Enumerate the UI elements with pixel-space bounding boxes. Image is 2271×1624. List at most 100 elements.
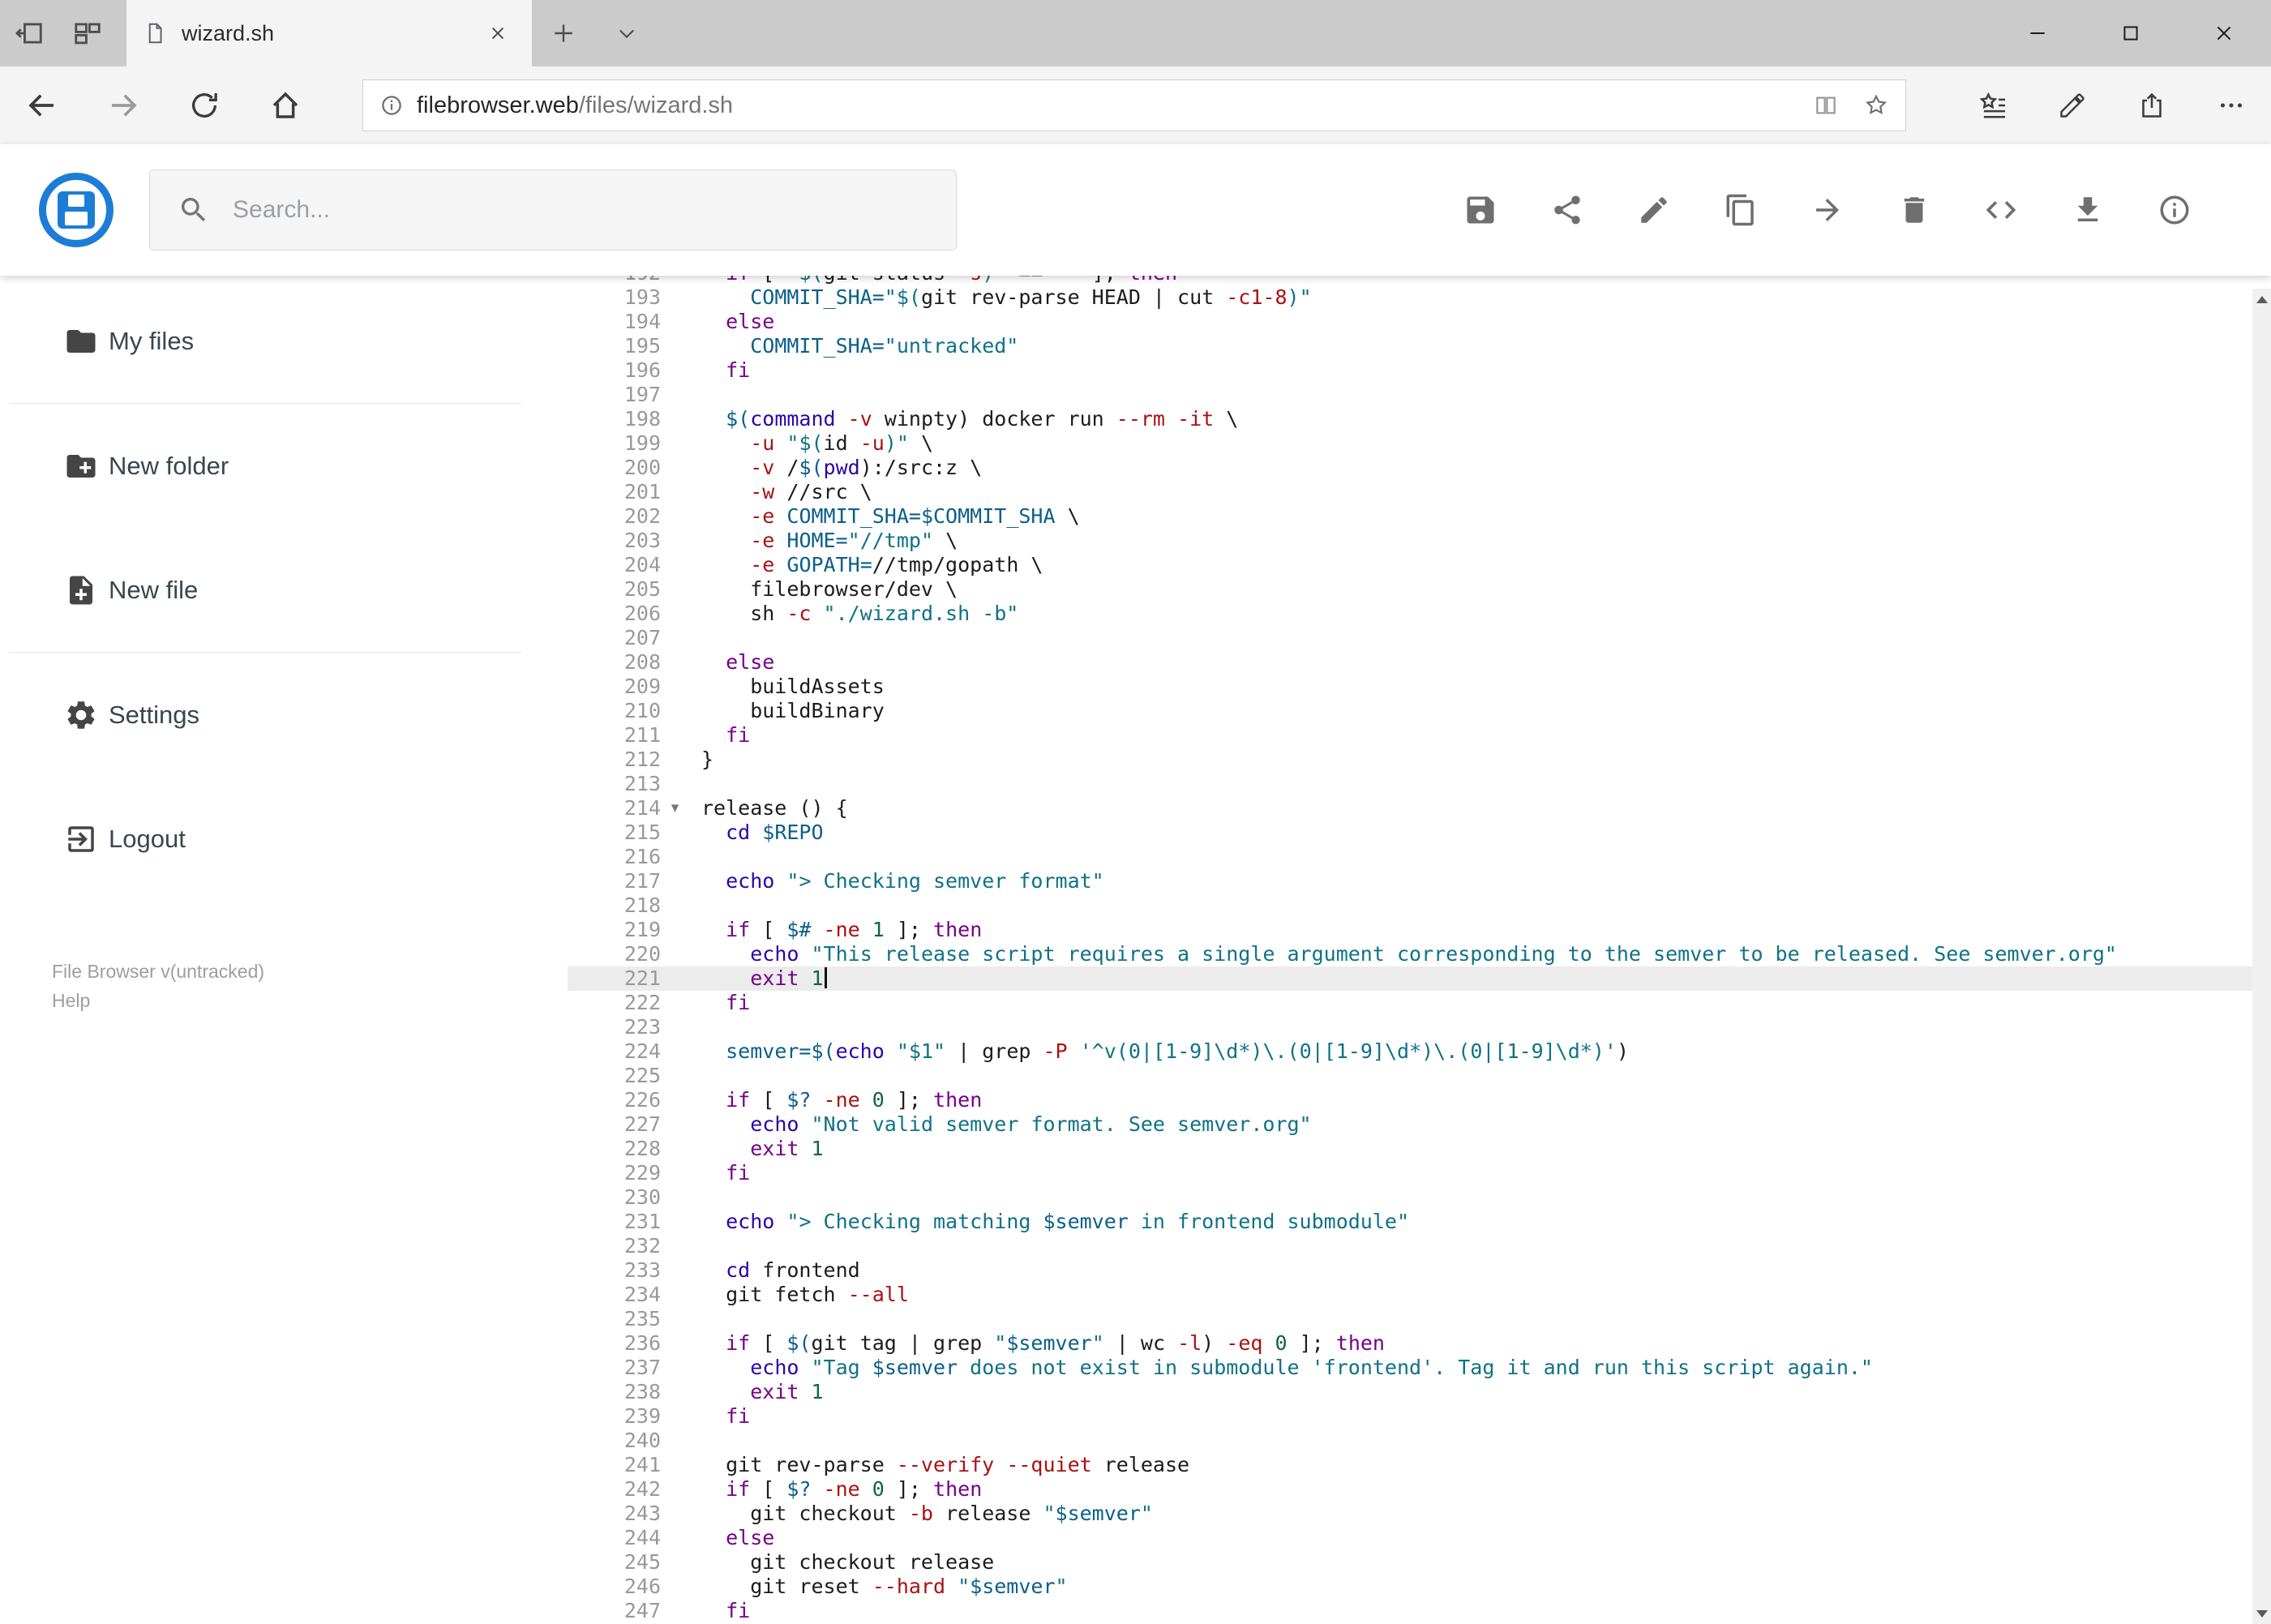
code-line-246[interactable]: 246 git reset --hard "$semver" [568, 1575, 2271, 1599]
address-bar[interactable]: filebrowser.web/files/wizard.sh [362, 79, 1906, 131]
refresh-icon[interactable] [164, 66, 245, 144]
code-line-245[interactable]: 245 git checkout release [568, 1550, 2271, 1575]
code-line-216[interactable]: 216 [568, 845, 2271, 869]
share-icon[interactable] [2112, 66, 2192, 144]
code-line-214[interactable]: 214 ▾ release () { [568, 796, 2271, 821]
forward-icon[interactable] [83, 66, 164, 144]
code-line-207[interactable]: 207 [568, 626, 2271, 650]
code-line-212[interactable]: 212} [568, 748, 2271, 772]
code-line-227[interactable]: 227 echo "Not valid semver format. See s… [568, 1112, 2271, 1137]
code-line-192[interactable]: 192 if [ "$(git status -s)" == "" ]; the… [568, 276, 2271, 285]
code-line-244[interactable]: 244 else [568, 1526, 2271, 1550]
search-bar[interactable] [149, 169, 957, 251]
code-line-243[interactable]: 243 git checkout -b release "$semver" [568, 1502, 2271, 1526]
code-line-204[interactable]: 204 -e GOPATH=//tmp/gopath \ [568, 553, 2271, 577]
sidebar-item-settings[interactable]: Settings [0, 653, 568, 777]
code-line-235[interactable]: 235 [568, 1307, 2271, 1331]
tab-preview-icon[interactable] [58, 0, 117, 66]
filebrowser-logo[interactable] [39, 173, 114, 247]
browser-tab[interactable]: wizard.sh [126, 0, 532, 66]
home-icon[interactable] [245, 66, 326, 144]
code-line-205[interactable]: 205 filebrowser/dev \ [568, 577, 2271, 602]
sidebar-item-logout[interactable]: Logout [0, 777, 568, 901]
back-icon[interactable] [2, 66, 83, 144]
info-icon[interactable] [2157, 192, 2192, 228]
sidebar-item-new-folder[interactable]: New folder [0, 404, 568, 528]
code-line-209[interactable]: 209 buildAssets [568, 675, 2271, 699]
new-tab-button[interactable] [532, 0, 595, 66]
sidebar-item-my-files[interactable]: My files [0, 279, 568, 403]
code-line-197[interactable]: 197 [568, 383, 2271, 407]
code-line-224[interactable]: 224 semver=$(echo "$1" | grep -P '^v(0|[… [568, 1039, 2271, 1064]
code-line-234[interactable]: 234 git fetch --all [568, 1283, 2271, 1307]
code-line-193[interactable]: 193 COMMIT_SHA="$(git rev-parse HEAD | c… [568, 285, 2271, 310]
close-button[interactable] [2178, 0, 2271, 66]
code-line-225[interactable]: 225 [568, 1064, 2271, 1088]
code-line-203[interactable]: 203 -e HOME="//tmp" \ [568, 529, 2271, 553]
code-line-230[interactable]: 230 [568, 1185, 2271, 1210]
code-line-206[interactable]: 206 sh -c "./wizard.sh -b" [568, 602, 2271, 626]
code-line-233[interactable]: 233 cd frontend [568, 1258, 2271, 1283]
scrollbar[interactable] [2252, 289, 2271, 1624]
code-line-215[interactable]: 215 cd $REPO [568, 821, 2271, 845]
code-line-202[interactable]: 202 -e COMMIT_SHA=$COMMIT_SHA \ [568, 504, 2271, 529]
code-line-194[interactable]: 194 else [568, 310, 2271, 334]
more-options-icon[interactable] [2192, 66, 2271, 144]
share-icon[interactable] [1549, 192, 1585, 228]
minimize-button[interactable] [1990, 0, 2084, 66]
code-editor[interactable]: 192 if [ "$(git status -s)" == "" ]; the… [568, 276, 2271, 1624]
switch-view-icon[interactable] [1983, 192, 2019, 228]
code-line-219[interactable]: 219 if [ $# -ne 1 ]; then [568, 918, 2271, 942]
fold-marker-icon[interactable]: ▾ [661, 796, 689, 821]
code-line-222[interactable]: 222 fi [568, 991, 2271, 1015]
hub-icon[interactable] [1953, 66, 2033, 144]
code-line-242[interactable]: 242 if [ $? -ne 0 ]; then [568, 1477, 2271, 1502]
code-line-229[interactable]: 229 fi [568, 1161, 2271, 1185]
code-line-208[interactable]: 208 else [568, 650, 2271, 675]
code-line-247[interactable]: 247 fi [568, 1599, 2271, 1623]
code-line-210[interactable]: 210 buildBinary [568, 699, 2271, 723]
favorite-star-icon[interactable] [1863, 92, 1889, 118]
scroll-down-arrow-icon[interactable] [2252, 1603, 2271, 1624]
code-line-196[interactable]: 196 fi [568, 358, 2271, 383]
code-line-241[interactable]: 241 git rev-parse --verify --quiet relea… [568, 1453, 2271, 1477]
code-line-217[interactable]: 217 echo "> Checking semver format" [568, 869, 2271, 893]
rename-icon[interactable] [1636, 192, 1672, 228]
set-aside-tabs-icon[interactable] [0, 0, 58, 66]
move-icon[interactable] [1810, 192, 1845, 228]
page-info-icon[interactable] [379, 93, 404, 118]
tab-chevron-icon[interactable] [595, 0, 658, 66]
code-line-198[interactable]: 198 $(command -v winpty) docker run --rm… [568, 407, 2271, 431]
search-input[interactable] [233, 196, 928, 224]
code-line-223[interactable]: 223 [568, 1015, 2271, 1039]
code-line-240[interactable]: 240 [568, 1429, 2271, 1453]
code-line-239[interactable]: 239 fi [568, 1404, 2271, 1429]
code-line-226[interactable]: 226 if [ $? -ne 0 ]; then [568, 1088, 2271, 1112]
maximize-button[interactable] [2084, 0, 2177, 66]
delete-icon[interactable] [1896, 192, 1932, 228]
code-line-218[interactable]: 218 [568, 893, 2271, 918]
code-line-201[interactable]: 201 -w //src \ [568, 480, 2271, 504]
code-line-237[interactable]: 237 echo "Tag $semver does not exist in … [568, 1356, 2271, 1380]
reading-view-icon[interactable] [1813, 92, 1839, 118]
code-line-200[interactable]: 200 -v /$(pwd):/src:z \ [568, 456, 2271, 480]
code-line-213[interactable]: 213 [568, 772, 2271, 796]
code-line-236[interactable]: 236 if [ $(git tag | grep "$semver" | wc… [568, 1331, 2271, 1356]
code-line-220[interactable]: 220 echo "This release script requires a… [568, 942, 2271, 966]
code-line-232[interactable]: 232 [568, 1234, 2271, 1258]
code-line-221[interactable]: 221 exit 1 [568, 966, 2271, 991]
annotate-icon[interactable] [2033, 66, 2112, 144]
copy-icon[interactable] [1723, 192, 1759, 228]
code-line-211[interactable]: 211 fi [568, 723, 2271, 748]
code-line-199[interactable]: 199 -u "$(id -u)" \ [568, 431, 2271, 456]
code-line-231[interactable]: 231 echo "> Checking matching $semver in… [568, 1210, 2271, 1234]
scroll-up-arrow-icon[interactable] [2252, 289, 2271, 310]
tab-close-icon[interactable] [480, 15, 516, 51]
download-icon[interactable] [2070, 192, 2106, 228]
help-link[interactable]: Help [52, 986, 90, 1015]
code-line-228[interactable]: 228 exit 1 [568, 1137, 2271, 1161]
code-line-195[interactable]: 195 COMMIT_SHA="untracked" [568, 334, 2271, 358]
code-line-238[interactable]: 238 exit 1 [568, 1380, 2271, 1404]
sidebar-item-new-file[interactable]: New file [0, 528, 568, 652]
save-icon[interactable] [1463, 192, 1498, 228]
